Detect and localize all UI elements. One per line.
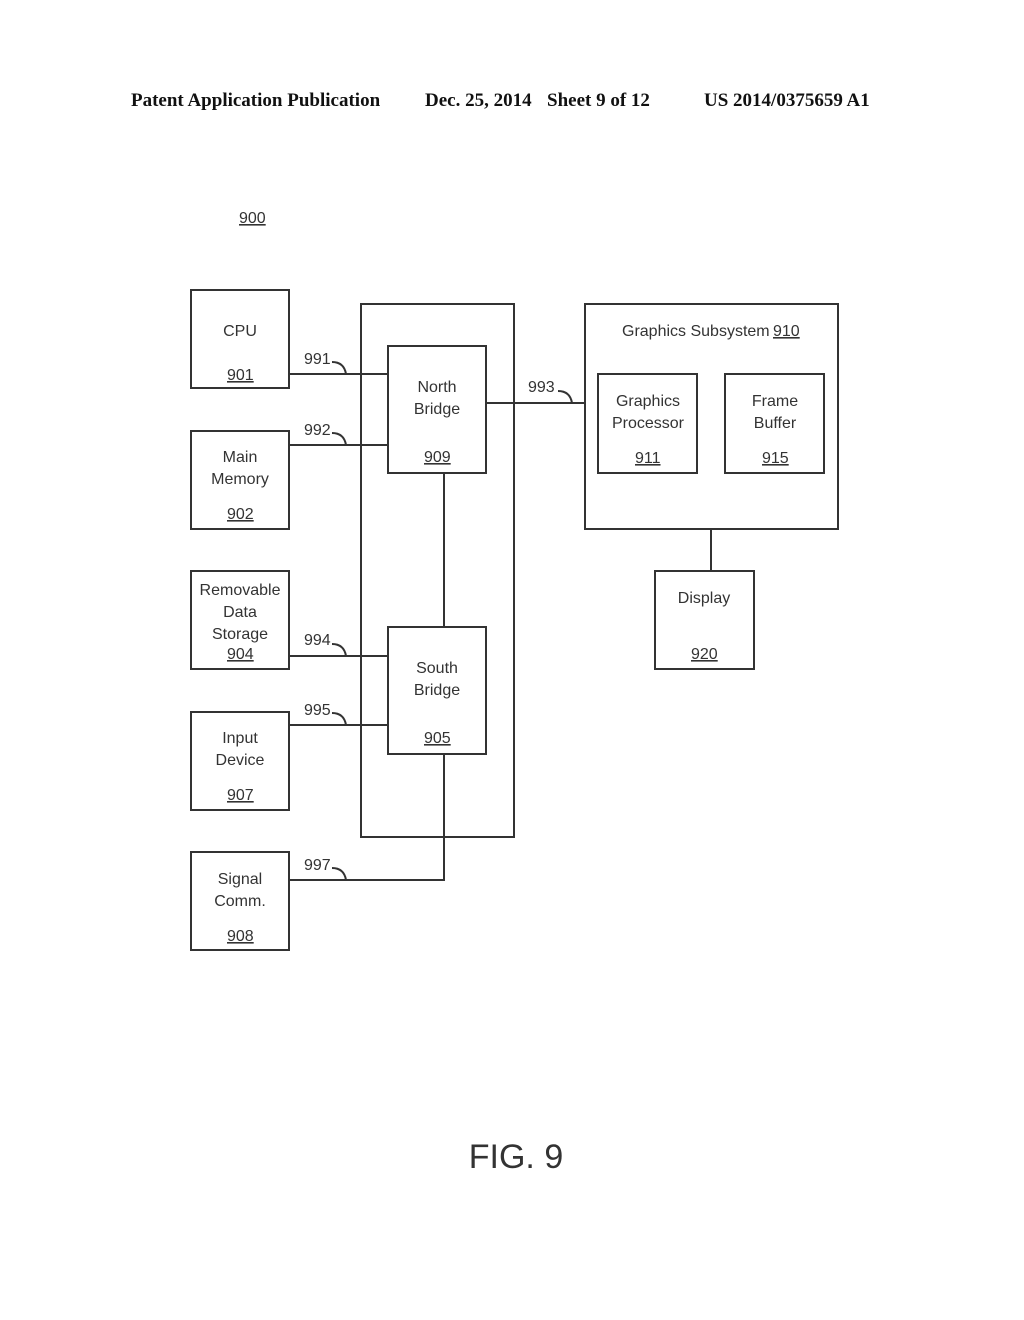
north-bridge-label-2: Bridge: [414, 401, 460, 418]
frame-buffer-block: Frame Buffer 915: [724, 373, 825, 474]
display-label: Display: [678, 590, 730, 607]
south-bridge-label-2: Bridge: [414, 682, 460, 699]
south-bridge-label-1: South: [416, 660, 458, 677]
graphics-subsystem-label: Graphics Subsystem: [622, 323, 770, 340]
display-ref: 920: [691, 646, 718, 663]
bus-991-leader: [331, 361, 347, 375]
signal-comm-label-1: Signal: [218, 871, 262, 888]
bus-992-label: 992: [304, 422, 331, 439]
input-device-label-2: Device: [216, 752, 265, 769]
bus-991-label: 991: [304, 351, 331, 368]
graphics-processor-label-1: Graphics: [616, 393, 680, 410]
north-bridge-block: North Bridge 909: [387, 345, 487, 474]
bus-995-label: 995: [304, 702, 331, 719]
frame-buffer-label-1: Frame: [752, 393, 798, 410]
bus-994-leader: [331, 643, 347, 657]
figure-label: FIG. 9: [469, 1138, 563, 1176]
removable-storage-ref: 904: [227, 646, 254, 663]
cpu-block: CPU 901: [190, 289, 290, 389]
cpu-ref: 901: [227, 367, 254, 384]
bus-995-leader: [331, 712, 347, 726]
frame-buffer-ref: 915: [762, 450, 789, 467]
main-memory-label-1: Main: [223, 449, 258, 466]
input-device-label-1: Input: [222, 730, 258, 747]
removable-storage-label-1: Removable: [200, 582, 281, 599]
input-device-block: Input Device 907: [190, 711, 290, 811]
bus-997-leader: [331, 867, 347, 881]
signal-comm-block: Signal Comm. 908: [190, 851, 290, 951]
removable-storage-block: Removable Data Storage 904: [190, 570, 290, 670]
signal-comm-label-2: Comm.: [214, 893, 266, 910]
bus-997-label: 997: [304, 857, 331, 874]
bus-992-leader: [331, 432, 347, 446]
removable-storage-label-3: Storage: [212, 626, 268, 643]
removable-storage-label-2: Data: [223, 604, 257, 621]
display-block: Display 920: [654, 570, 755, 670]
graphics-processor-block: Graphics Processor 911: [597, 373, 698, 474]
graphics-processor-label-2: Processor: [612, 415, 685, 432]
signal-comm-ref: 908: [227, 928, 254, 945]
block-diagram: 900 CPU 901 Main Memory 902 Removable Da…: [190, 210, 839, 1176]
south-bridge-ref: 905: [424, 730, 451, 747]
south-bridge-block: South Bridge 905: [387, 626, 487, 755]
bus-993-leader: [557, 390, 573, 404]
figure-ref: 900: [239, 210, 266, 227]
north-bridge-ref: 909: [424, 449, 451, 466]
graphics-processor-ref: 911: [635, 450, 661, 467]
bus-994-label: 994: [304, 632, 331, 649]
graphics-subsystem-ref: 910: [773, 323, 800, 340]
input-device-ref: 907: [227, 787, 254, 804]
main-memory-label-2: Memory: [211, 471, 269, 488]
main-memory-ref: 902: [227, 506, 254, 523]
bus-993-label: 993: [528, 379, 555, 396]
cpu-label: CPU: [223, 323, 257, 340]
main-memory-block: Main Memory 902: [190, 430, 290, 530]
frame-buffer-label-2: Buffer: [754, 415, 797, 432]
north-bridge-label-1: North: [417, 379, 456, 396]
